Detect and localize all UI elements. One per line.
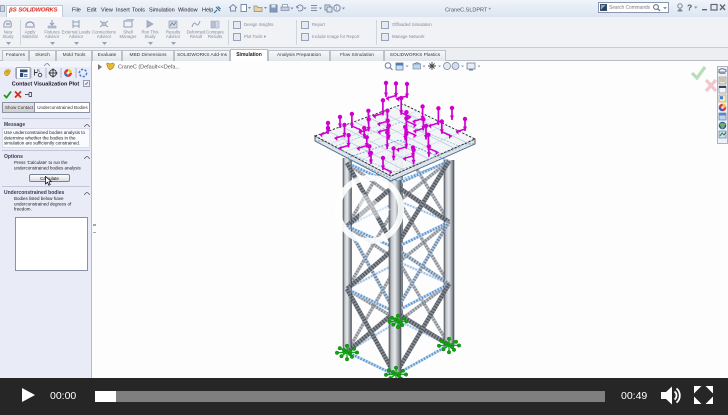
svg-text:K: K xyxy=(37,68,40,73)
